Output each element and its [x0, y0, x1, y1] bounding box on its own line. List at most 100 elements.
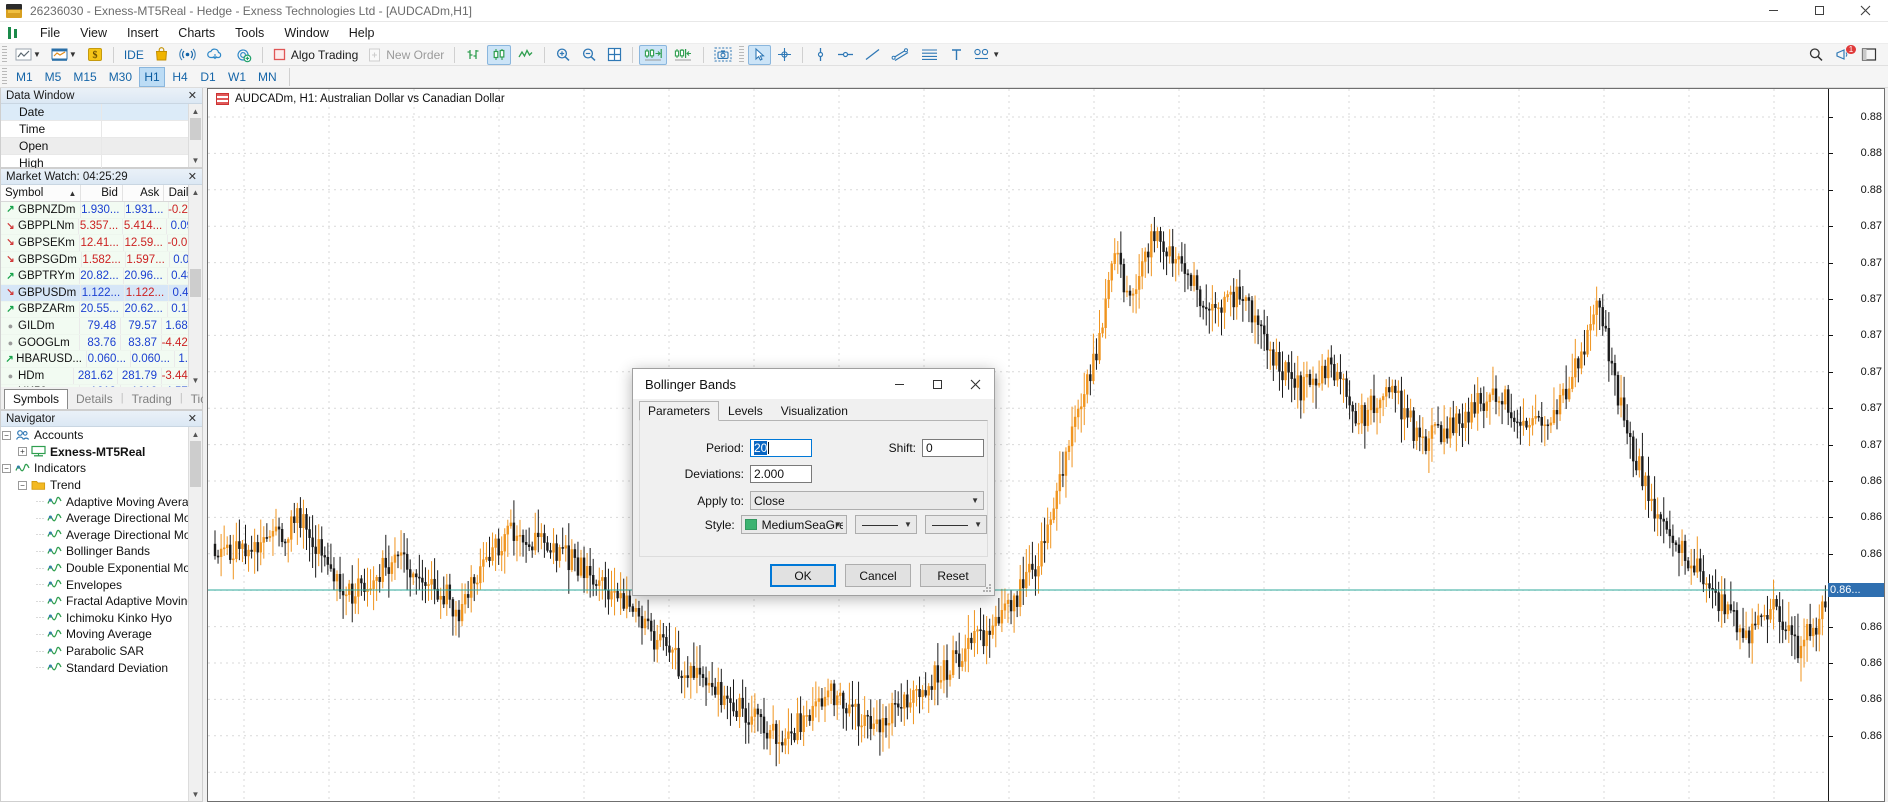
scroll-down-icon[interactable]: ▼	[189, 787, 202, 801]
chevron-down-icon[interactable]: ▼	[904, 520, 912, 529]
fibonacci-button[interactable]	[916, 45, 943, 65]
tree-expander[interactable]: ⋯	[33, 629, 47, 640]
equidistant-channel-button[interactable]	[887, 45, 914, 65]
profiles-button[interactable]: ▼	[47, 45, 81, 65]
market-watch-row[interactable]: ● GOOGLm 83.76 83.87 -4.42%	[1, 334, 202, 352]
data-window-row[interactable]: Date	[1, 104, 202, 121]
new-chart-button[interactable]: ▼	[11, 45, 45, 65]
navigator-scrollbar[interactable]: ▲ ▼	[188, 427, 202, 801]
chart-window[interactable]: AUDCADm, H1: Australian Dollar vs Canadi…	[207, 88, 1885, 802]
indicator-properties-dialog[interactable]: Bollinger Bands Parameters Levels Visual…	[632, 368, 995, 596]
timeframe-h1[interactable]: H1	[139, 66, 166, 87]
style-width-select[interactable]: ▼	[924, 515, 987, 534]
timeframe-d1[interactable]: D1	[195, 67, 221, 87]
notifications-button[interactable]: 1	[1830, 44, 1856, 65]
scroll-down-icon[interactable]: ▼	[189, 153, 202, 167]
timeframe-m30[interactable]: M30	[104, 67, 137, 87]
candlestick-chart-button[interactable]	[487, 44, 512, 65]
chevron-down-icon[interactable]: ▼	[971, 496, 979, 505]
market-watch-row[interactable]: ● GILDm 79.48 79.57 1.68%	[1, 318, 202, 335]
menu-item-help[interactable]: Help	[339, 24, 385, 42]
deviations-input[interactable]: 2.000	[750, 465, 812, 483]
timeframe-w1[interactable]: W1	[223, 67, 251, 87]
tree-expander[interactable]: ⋯	[33, 579, 47, 590]
timeframe-m5[interactable]: M5	[40, 67, 67, 87]
copy-trading-button[interactable]	[230, 45, 256, 65]
tab-parameters[interactable]: Parameters	[639, 401, 720, 421]
market-watch-row[interactable]: ↘GBPSGDm1.582...1.597...0.09%	[1, 251, 202, 269]
tree-expander[interactable]: ⋯	[33, 612, 47, 623]
timeframe-h4[interactable]: H4	[167, 67, 193, 87]
tab-details[interactable]: Details	[68, 390, 121, 409]
tile-windows-button[interactable]	[603, 45, 626, 65]
dialog-maximize-button[interactable]	[918, 369, 956, 399]
tree-expander[interactable]: −	[17, 480, 31, 490]
scroll-up-icon[interactable]: ▲	[189, 427, 202, 441]
chart-shift-button[interactable]	[669, 45, 697, 65]
market-watch-row[interactable]: ↗ GBPNZDm 1.930... 1.931... -0.28%	[1, 202, 202, 219]
tree-expander[interactable]: −	[1, 463, 15, 473]
chevron-down-icon[interactable]: ▼	[69, 50, 77, 59]
market-watch-scrollbar[interactable]: ▲ ▼	[188, 185, 202, 387]
period-input[interactable]: 20	[750, 439, 812, 457]
chevron-down-icon[interactable]: ▼	[992, 50, 1000, 59]
menu-item-window[interactable]: Window	[274, 24, 338, 42]
menu-item-charts[interactable]: Charts	[168, 24, 225, 42]
tab-trading[interactable]: Trading	[124, 390, 180, 409]
apply-to-select[interactable]: Close ▼	[750, 491, 984, 510]
screenshot-button[interactable]	[710, 45, 736, 65]
zoom-in-button[interactable]	[551, 45, 575, 65]
algo-trading-button[interactable]: Algo Trading	[269, 45, 362, 65]
market-watch-row[interactable]: ● HDm 281.62 281.79 -3.44%	[1, 367, 202, 385]
navigator-item-fractal-adaptive-moving[interactable]: ⋯ Fractal Adaptive Moving	[1, 593, 202, 610]
tree-expander[interactable]: ⋯	[33, 596, 47, 607]
menu-item-view[interactable]: View	[70, 24, 117, 42]
vps-button[interactable]	[202, 45, 228, 65]
style-color-select[interactable]: MediumSeaGree ▼	[740, 515, 847, 534]
tree-expander[interactable]: ⋯	[33, 496, 47, 507]
chevron-down-icon[interactable]: ▼	[33, 50, 41, 59]
metaeditor-button[interactable]: IDE	[120, 45, 148, 65]
toolbar-grip[interactable]	[2, 67, 7, 86]
search-button[interactable]	[1804, 45, 1828, 65]
trendline-button[interactable]	[860, 45, 885, 65]
tab-visualization[interactable]: Visualization	[772, 401, 857, 421]
scrollbar-thumb[interactable]	[190, 118, 201, 140]
tree-expander[interactable]: ⋯	[33, 513, 47, 524]
cursor-tool-button[interactable]	[748, 44, 772, 65]
data-window-row[interactable]: Open	[1, 138, 202, 155]
tab-symbols[interactable]: Symbols	[4, 389, 69, 409]
maximize-button[interactable]	[1796, 0, 1842, 22]
ok-button[interactable]: OK	[770, 564, 836, 587]
cancel-button[interactable]: Cancel	[845, 564, 911, 587]
menu-item-tools[interactable]: Tools	[225, 24, 274, 42]
dialog-minimize-button[interactable]	[880, 369, 918, 399]
timeframe-m15[interactable]: M15	[68, 67, 101, 87]
navigator-item-exness-mt5real[interactable]: + Exness-MT5Real	[1, 444, 202, 461]
column-header-ask[interactable]: Ask	[123, 185, 165, 201]
text-tool-button[interactable]	[945, 45, 967, 65]
tree-expander[interactable]: ⋯	[33, 546, 47, 557]
market-watch-row[interactable]: ↗ GBPZARm 20.55... 20.62... 0.13%	[1, 301, 202, 319]
timeframe-mn[interactable]: MN	[253, 67, 282, 87]
market-watch-close-icon[interactable]: ✕	[188, 170, 197, 183]
chevron-down-icon[interactable]: ▼	[974, 520, 982, 529]
crosshair-tool-button[interactable]	[773, 45, 796, 65]
zoom-out-button[interactable]	[577, 45, 601, 65]
reset-button[interactable]: Reset	[920, 564, 986, 587]
navigator-item-envelopes[interactable]: ⋯ Envelopes	[1, 576, 202, 593]
data-window-row[interactable]: Time	[1, 121, 202, 138]
scroll-up-icon[interactable]: ▲	[189, 104, 202, 118]
market-watch-row[interactable]: ↘GBPUSDm1.122...1.122...0.46%	[1, 284, 202, 302]
tab-levels[interactable]: Levels	[719, 401, 772, 421]
navigator-item-accounts[interactable]: − Accounts	[1, 427, 202, 444]
tree-expander[interactable]: ⋯	[33, 662, 47, 673]
navigator-item-indicators[interactable]: − Indicators	[1, 460, 202, 477]
shapes-button[interactable]: ▼	[969, 45, 1004, 65]
column-header-bid[interactable]: Bid	[81, 185, 123, 201]
price-chart-canvas[interactable]	[208, 89, 1884, 801]
scroll-up-icon[interactable]: ▲	[189, 185, 202, 199]
data-window-scrollbar[interactable]: ▲ ▼	[188, 104, 202, 167]
market-watch-row[interactable]: ↘ GBPSEKm 12.41... 12.59... -0.01%	[1, 235, 202, 252]
toolbar-grip[interactable]	[739, 45, 745, 64]
